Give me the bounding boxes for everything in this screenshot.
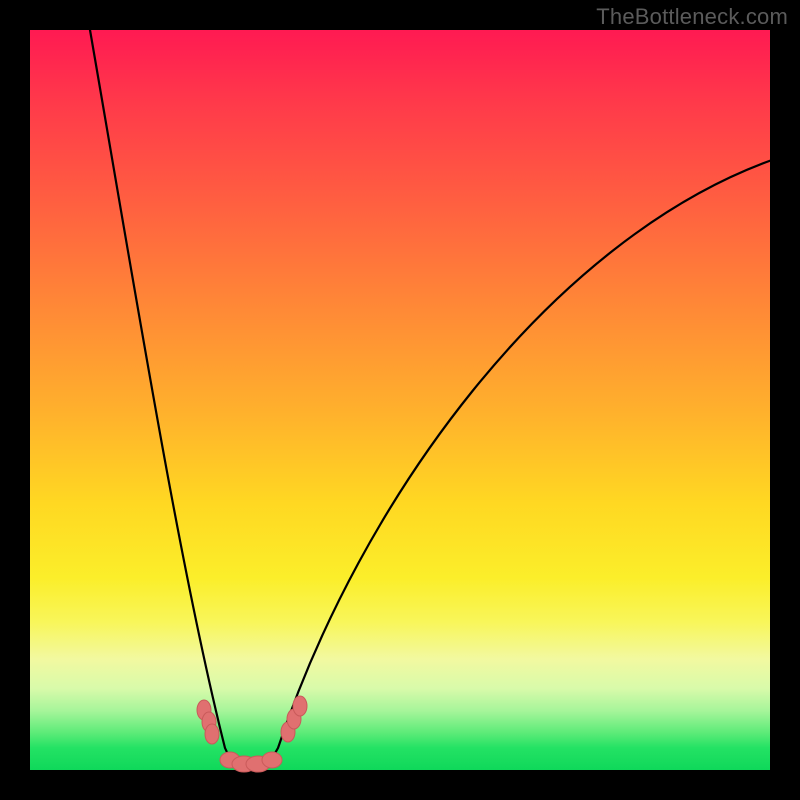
gradient-plot-area: [30, 30, 770, 770]
curve-path: [90, 30, 772, 771]
marker-cluster-right: [281, 696, 307, 742]
bottleneck-curve: [30, 30, 770, 770]
marker-cluster-bottom: [220, 752, 282, 772]
chart-frame: TheBottleneck.com: [0, 0, 800, 800]
watermark-text: TheBottleneck.com: [596, 4, 788, 30]
